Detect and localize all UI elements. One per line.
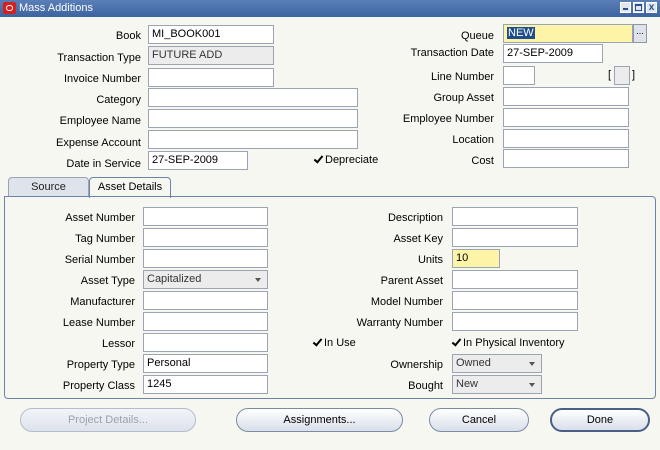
minimize-icon[interactable] — [620, 2, 631, 13]
tag-number-label: Tag Number — [75, 233, 135, 245]
bought-label: Bought — [408, 380, 443, 392]
parent-asset-label: Parent Asset — [380, 275, 443, 287]
check-icon — [452, 338, 460, 346]
depreciate-checkbox[interactable]: Depreciate — [314, 154, 378, 166]
employee-name-field[interactable] — [148, 109, 358, 128]
asset-number-field[interactable] — [143, 207, 268, 226]
model-number-label: Model Number — [370, 296, 443, 308]
parent-asset-field[interactable] — [452, 270, 578, 289]
transaction-date-label: Transaction Date — [410, 47, 494, 59]
in-physical-inventory-label: In Physical Inventory — [463, 337, 565, 349]
queue-label: Queue — [460, 30, 494, 42]
depreciate-label: Depreciate — [325, 154, 379, 166]
tag-number-field[interactable] — [143, 228, 268, 247]
close-icon[interactable]: x — [646, 2, 657, 13]
flexfield-open-bracket: [ — [608, 69, 612, 81]
cost-field[interactable] — [503, 149, 629, 168]
location-field[interactable] — [503, 129, 629, 148]
queue-value: NEW — [507, 27, 535, 39]
transaction-date-field[interactable]: 27-SEP-2009 — [503, 44, 603, 63]
location-label: Location — [452, 134, 494, 146]
manufacturer-field[interactable] — [143, 291, 268, 310]
invoice-number-field[interactable] — [148, 68, 274, 87]
employee-number-label: Employee Number — [402, 113, 494, 125]
expense-account-field[interactable] — [148, 130, 358, 149]
employee-number-field[interactable] — [503, 108, 629, 127]
units-label: Units — [417, 254, 443, 266]
transaction-type-field: FUTURE ADD — [148, 46, 274, 65]
project-details-button[interactable]: Project Details... — [20, 408, 196, 432]
title-bar: Mass Additions x — [0, 0, 660, 17]
lease-number-label: Lease Number — [62, 317, 135, 329]
in-use-checkbox[interactable]: In Use — [313, 337, 356, 349]
date-in-service-field[interactable]: 27-SEP-2009 — [148, 151, 248, 170]
property-class-field[interactable]: 1245 — [143, 375, 268, 394]
in-use-label: In Use — [324, 337, 356, 349]
check-icon — [314, 155, 322, 163]
maximize-icon[interactable] — [633, 2, 644, 13]
done-button[interactable]: Done — [550, 408, 650, 432]
check-icon — [313, 338, 321, 346]
group-asset-field[interactable] — [503, 87, 629, 106]
property-class-label: Property Class — [62, 380, 135, 392]
queue-lov-button[interactable]: ... — [633, 24, 647, 43]
employee-name-label: Employee Name — [59, 115, 141, 127]
warranty-number-field[interactable] — [452, 312, 578, 331]
expense-account-label: Expense Account — [55, 137, 141, 149]
warranty-number-label: Warranty Number — [356, 317, 443, 329]
line-number-field[interactable] — [503, 66, 535, 85]
description-label: Description — [387, 212, 443, 224]
asset-key-label: Asset Key — [393, 233, 443, 245]
lessor-field[interactable] — [143, 333, 268, 352]
lease-number-field[interactable] — [143, 312, 268, 331]
property-type-field[interactable]: Personal — [143, 354, 268, 373]
units-field[interactable]: 10 — [452, 249, 500, 268]
manufacturer-label: Manufacturer — [70, 296, 135, 308]
asset-number-label: Asset Number — [65, 212, 135, 224]
line-number-label: Line Number — [431, 71, 494, 83]
flexfield-close-bracket: ] — [632, 69, 636, 81]
property-type-label: Property Type — [66, 359, 135, 371]
asset-type-select[interactable]: Capitalized — [143, 270, 268, 289]
book-field[interactable]: MI_BOOK001 — [148, 25, 274, 44]
tab-asset-details[interactable]: Asset Details — [89, 177, 171, 198]
serial-number-field[interactable] — [143, 249, 268, 268]
serial-number-label: Serial Number — [64, 254, 135, 266]
category-field[interactable] — [148, 88, 358, 107]
assignments-button[interactable]: Assignments... — [236, 408, 403, 432]
date-in-service-label: Date in Service — [66, 158, 141, 170]
cost-label: Cost — [471, 155, 494, 167]
category-label: Category — [96, 94, 141, 106]
model-number-field[interactable] — [452, 291, 578, 310]
cancel-button[interactable]: Cancel — [429, 408, 529, 432]
invoice-number-label: Invoice Number — [63, 73, 141, 85]
transaction-type-label: Transaction Type — [57, 52, 141, 64]
book-label: Book — [115, 30, 141, 42]
in-physical-inventory-checkbox[interactable]: In Physical Inventory — [452, 337, 565, 349]
bought-select[interactable]: New — [452, 375, 542, 394]
asset-key-field[interactable] — [452, 228, 578, 247]
description-field[interactable] — [452, 207, 578, 226]
group-asset-label: Group Asset — [433, 92, 494, 104]
tab-source[interactable]: Source — [8, 177, 89, 197]
window-title: Mass Additions — [19, 2, 93, 14]
lessor-label: Lessor — [101, 338, 135, 350]
descriptive-flexfield[interactable] — [614, 66, 630, 85]
ownership-label: Ownership — [390, 359, 443, 371]
asset-type-label: Asset Type — [80, 275, 135, 287]
queue-field[interactable]: NEW — [503, 24, 633, 43]
ownership-select[interactable]: Owned — [452, 354, 542, 373]
oracle-app-icon — [3, 2, 16, 14]
